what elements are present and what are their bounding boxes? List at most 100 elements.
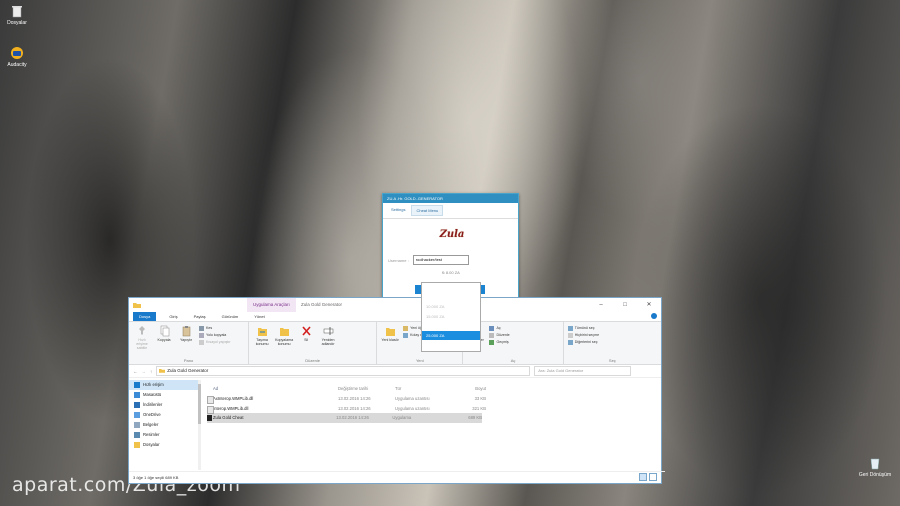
tab-home[interactable]: Giriş bbox=[166, 314, 180, 319]
copy-button[interactable]: Kopyala bbox=[155, 325, 173, 342]
folder-icon bbox=[134, 442, 140, 448]
new-folder-icon bbox=[385, 328, 395, 336]
rename-button[interactable]: Yeniden adlandır bbox=[319, 325, 337, 346]
copy-path-button[interactable]: Yolu kopyala bbox=[199, 332, 231, 339]
column-name[interactable]: Ad bbox=[207, 384, 338, 394]
cut-button[interactable]: Kes bbox=[199, 325, 231, 332]
new-item-icon bbox=[403, 326, 409, 331]
gold-amount-select[interactable]: ₺ 8.00 ZA bbox=[425, 269, 477, 276]
file-list-header: Ad Değiştirme tarihi Tür Boyut bbox=[207, 384, 655, 394]
column-type[interactable]: Tür bbox=[395, 384, 451, 394]
nav-item-files[interactable]: Dosyalar bbox=[129, 440, 199, 450]
audacity-icon bbox=[10, 46, 24, 60]
desktop-icon-audacity[interactable]: Audacity bbox=[0, 46, 34, 68]
window-title: Zula Gold Generator bbox=[301, 302, 343, 307]
dropdown-option[interactable] bbox=[422, 283, 480, 293]
paste-button[interactable]: Yapıştır bbox=[177, 325, 195, 342]
desktop-icon-label: Dosyalar bbox=[7, 20, 27, 26]
address-path[interactable]: Zula Gold Generator bbox=[156, 366, 531, 376]
paste-icon bbox=[182, 326, 190, 337]
up-arrow-icon[interactable]: ↑ bbox=[150, 369, 152, 374]
zula-generator-window: ZU.A .Hr. GOLD..GENERATOR Settings Cheat… bbox=[382, 193, 519, 352]
cloud-icon bbox=[134, 412, 140, 418]
group-label: Yeni bbox=[415, 358, 424, 363]
invert-selection-button[interactable]: Diğerlerini seç bbox=[567, 339, 599, 346]
tab-manage[interactable]: Yönet bbox=[251, 314, 267, 319]
address-bar-row: ← → ↑ Zula Gold Generator Ara: Zula Gold… bbox=[129, 365, 661, 378]
details-view-button[interactable] bbox=[639, 473, 647, 481]
folder-icon bbox=[159, 369, 166, 373]
column-date[interactable]: Değiştirme tarihi bbox=[338, 384, 395, 394]
desktop-icon-recycle-bin[interactable]: Geri Dönüşüm bbox=[858, 456, 892, 478]
tab-share[interactable]: Paylaş bbox=[191, 314, 209, 319]
navigation-pane: Hızlı erişim Masaüstü İndirilenler OneDr… bbox=[129, 380, 199, 468]
trash-icon bbox=[10, 4, 24, 18]
close-button[interactable]: ✕ bbox=[637, 298, 661, 312]
group-clipboard: Hızlı erişime sabitle Kopyala Yapıştır K… bbox=[129, 322, 250, 364]
nav-item-downloads[interactable]: İndirilenler bbox=[129, 400, 199, 410]
large-icons-view-button[interactable] bbox=[649, 473, 657, 481]
username-row: Username : roolhacker/test bbox=[388, 255, 469, 265]
download-icon bbox=[134, 402, 140, 408]
copy-folder-icon bbox=[279, 328, 289, 336]
nav-item-onedrive[interactable]: OneDrive bbox=[129, 410, 199, 420]
open-button[interactable]: Aç bbox=[489, 325, 509, 332]
rename-icon bbox=[323, 327, 333, 335]
back-arrow-icon[interactable]: ← bbox=[133, 369, 138, 374]
dropdown-option[interactable] bbox=[422, 293, 480, 303]
scrollbar-thumb[interactable] bbox=[198, 384, 201, 424]
tab-view[interactable]: Görünüm bbox=[219, 314, 242, 319]
select-none-button[interactable]: Hiçbirini seçme bbox=[567, 332, 599, 339]
shortcut-icon bbox=[199, 340, 204, 345]
group-label: Pano bbox=[183, 358, 194, 363]
recycle-bin-icon bbox=[868, 456, 882, 470]
minimize-button[interactable]: – bbox=[589, 298, 613, 312]
folder-icon bbox=[133, 303, 141, 308]
dropdown-option[interactable]: 10.000 ZA bbox=[422, 302, 480, 312]
username-input[interactable]: roolhacker/test bbox=[412, 255, 469, 265]
select-all-icon bbox=[567, 326, 573, 331]
move-to-button[interactable]: Taşıma konumu bbox=[253, 325, 271, 346]
copy-to-button[interactable]: Kopyalama konumu bbox=[275, 325, 293, 346]
nav-scrollbar[interactable] bbox=[198, 380, 201, 470]
column-size[interactable]: Boyut bbox=[451, 384, 486, 394]
ribbon-tabs: Dosya Giriş Paylaş Görünüm Yönet bbox=[129, 312, 661, 321]
desktop-icon bbox=[134, 392, 140, 398]
dropdown-option-highlighted[interactable]: 25.000 ZA bbox=[422, 330, 480, 340]
copy-icon bbox=[160, 325, 169, 337]
address-path-text: Zula Gold Generator bbox=[167, 368, 209, 373]
pin-icon bbox=[138, 326, 145, 335]
tab-cheat-menu[interactable]: Cheat Menu bbox=[411, 205, 444, 216]
scissors-icon bbox=[199, 326, 204, 331]
search-input[interactable]: Ara: Zula Gold Generator bbox=[534, 366, 632, 376]
group-label: Düzenle bbox=[305, 358, 320, 363]
paste-shortcut-button[interactable]: Kısayol yapıştır bbox=[199, 339, 231, 346]
edit-button[interactable]: Düzenle bbox=[489, 332, 510, 339]
zula-tabs: Settings Cheat Menu bbox=[383, 203, 518, 219]
help-icon[interactable] bbox=[651, 313, 657, 319]
dropdown-option[interactable] bbox=[422, 321, 480, 331]
invert-selection-icon bbox=[567, 340, 573, 345]
nav-item-quick-access[interactable]: Hızlı erişim bbox=[129, 380, 199, 390]
history-button[interactable]: Geçmiş bbox=[489, 339, 509, 346]
delete-button[interactable]: Sil bbox=[297, 325, 315, 342]
pin-quick-access-button[interactable]: Hızlı erişime sabitle bbox=[133, 325, 151, 350]
context-tab-app-tools[interactable]: Uygulama Araçları bbox=[247, 298, 296, 312]
select-all-button[interactable]: Tümünü seç bbox=[567, 325, 599, 332]
file-row[interactable]: AxInterop.WMPLib.dll 13.02.2016 14:26 Uy… bbox=[207, 394, 655, 404]
new-folder-button[interactable]: Yeni klasör bbox=[381, 325, 399, 342]
desktop-icon-label: Geri Dönüşüm bbox=[858, 472, 892, 478]
tab-settings[interactable]: Settings bbox=[387, 205, 409, 216]
file-row-selected[interactable]: Zula Gold Cheat 13.02.2016 14:26 Uygulam… bbox=[207, 413, 482, 423]
nav-item-pictures[interactable]: Resimler bbox=[129, 430, 199, 440]
desktop-icon-dosyalar[interactable]: Dosyalar bbox=[0, 4, 34, 26]
group-label: Seç bbox=[608, 358, 616, 363]
tab-file[interactable]: Dosya bbox=[133, 312, 157, 321]
nav-item-documents[interactable]: Belgeler bbox=[129, 420, 199, 430]
zula-window-title: ZU.A .Hr. GOLD..GENERATOR bbox=[383, 194, 518, 203]
forward-arrow-icon[interactable]: → bbox=[142, 369, 147, 374]
maximize-button[interactable]: □ bbox=[613, 298, 637, 312]
nav-item-desktop[interactable]: Masaüstü bbox=[129, 390, 199, 400]
file-row[interactable]: Interop.WMPLib.dll 13.02.2016 14:26 Uygu… bbox=[207, 404, 655, 414]
dropdown-option[interactable]: 15.000 ZA bbox=[422, 312, 480, 322]
